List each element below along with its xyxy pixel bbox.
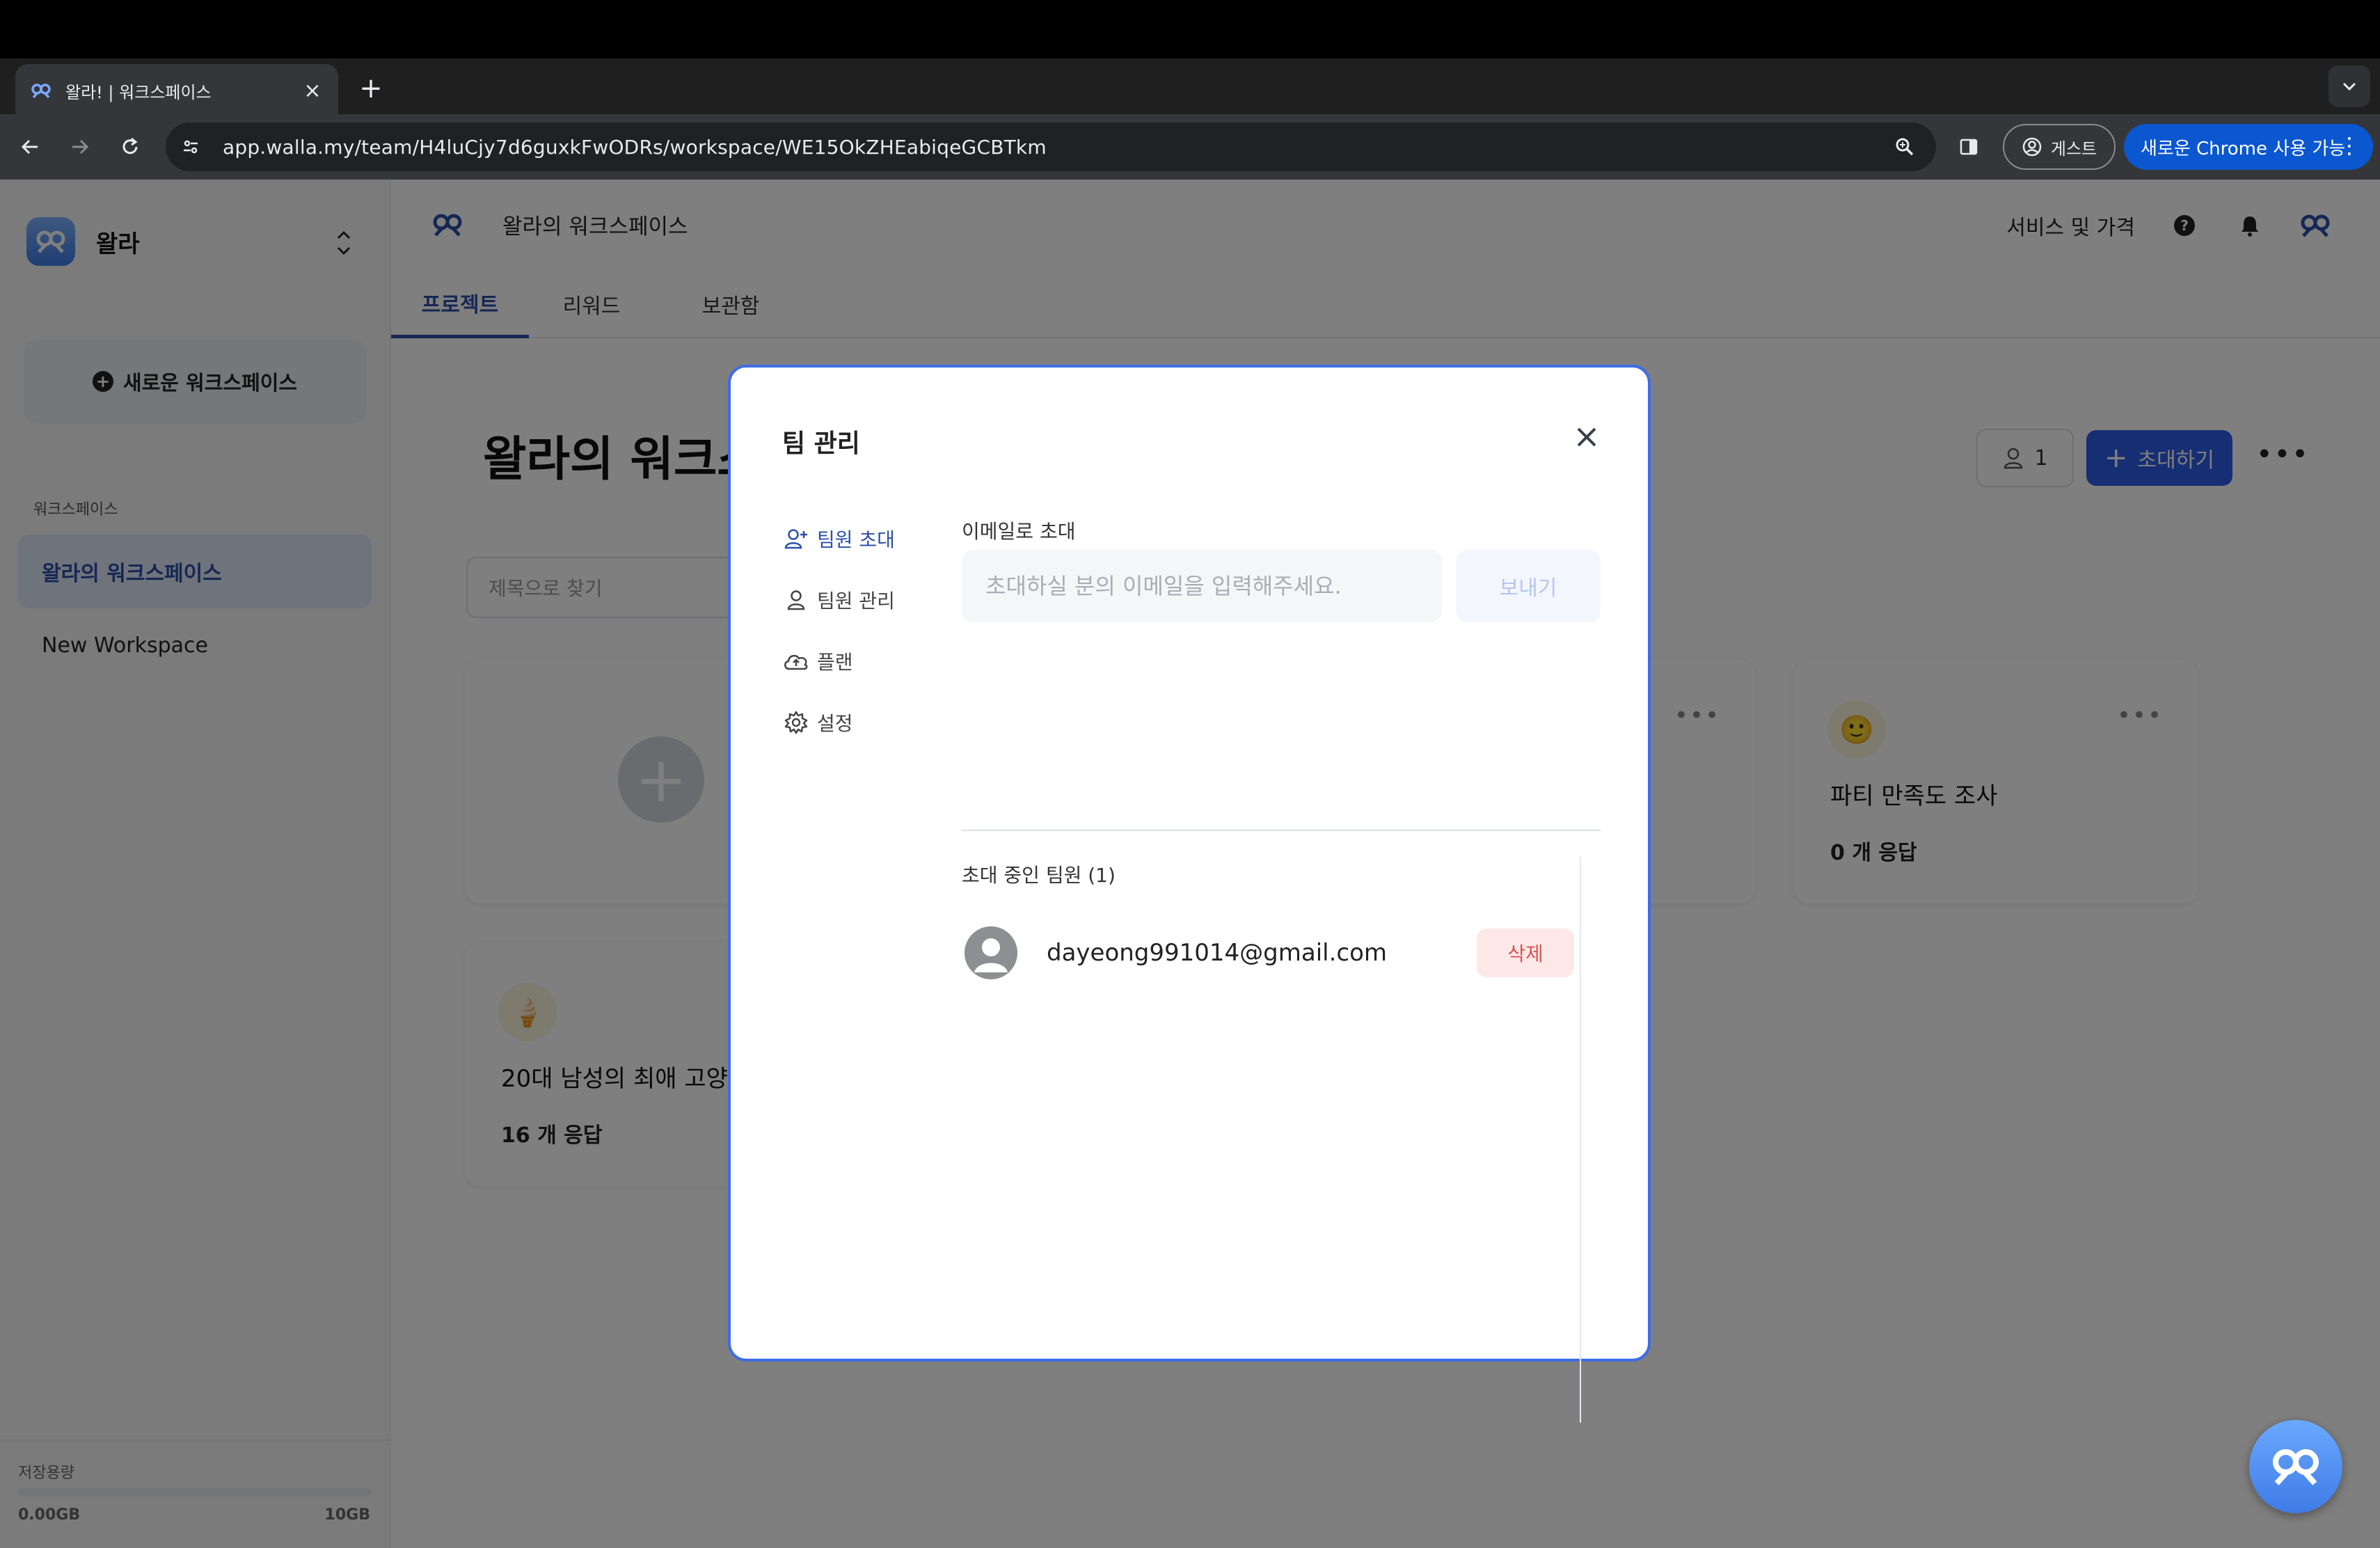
chrome-update-button[interactable]: 새로운 Chrome 사용 가능 ⋮ (2124, 124, 2373, 170)
url-text: app.walla.my/team/H4luCjy7d6guxkFwODRs/w… (223, 135, 1047, 159)
divider (962, 830, 1601, 831)
modal-nav-invite[interactable]: 팀원 초대 (782, 525, 895, 553)
back-icon[interactable] (13, 129, 47, 164)
tab-search-chevron-icon[interactable] (2329, 65, 2370, 107)
modal-nav-label: 팀원 관리 (817, 590, 895, 613)
browser-toolbar: app.walla.my/team/H4luCjy7d6guxkFwODRs/w… (0, 114, 2380, 180)
email-field[interactable] (962, 550, 1442, 622)
tab-strip: 왈라! | 워크스페이스 × + (0, 58, 2380, 117)
address-bar[interactable]: app.walla.my/team/H4luCjy7d6guxkFwODRs/w… (166, 123, 1936, 171)
modal-nav-label: 설정 (817, 712, 853, 735)
scrollbar[interactable] (1580, 856, 1601, 1423)
tab-close-icon[interactable]: × (301, 79, 324, 103)
avatar (965, 926, 1017, 979)
update-label: 새로운 Chrome 사용 가능 (2141, 138, 2346, 159)
gear-icon (782, 709, 810, 736)
pending-members-label: 초대 중인 팀원 (1) (962, 864, 1116, 887)
walla-chat-button[interactable] (2249, 1420, 2342, 1513)
user-icon (782, 586, 810, 614)
member-email: dayeong991014@gmail.com (1047, 939, 1388, 967)
menu-bar-area (0, 0, 2380, 58)
modal-nav-settings[interactable]: 설정 (782, 709, 853, 736)
modal-title: 팀 관리 (782, 429, 860, 458)
modal-nav-label: 플랜 (817, 651, 853, 674)
profile-label: 게스트 (2050, 139, 2097, 159)
delete-button[interactable]: 삭제 (1477, 929, 1574, 977)
send-button[interactable]: 보내기 (1456, 550, 1601, 622)
modal-nav-label: 팀원 초대 (817, 528, 895, 551)
browser-tab[interactable]: 왈라! | 워크스페이스 × (15, 64, 338, 117)
new-tab-button[interactable]: + (354, 71, 388, 106)
team-management-modal: 팀 관리 팀원 초대 팀원 관리 플랜 설정 이메일로 초대 초대하실 분의 이… (728, 365, 1651, 1423)
close-icon[interactable] (1567, 418, 1606, 457)
tab-title: 왈라! | 워크스페이스 (65, 82, 212, 102)
side-panel-icon[interactable] (1953, 131, 1985, 163)
profile-icon (2022, 136, 2042, 157)
app-page: 왈라 + 새로운 워크스페이스 워크스페이스 왈라의 워크스페이스 New Wo… (0, 180, 2380, 1548)
modal-nav-members[interactable]: 팀원 관리 (782, 586, 895, 614)
browser-chrome: 왈라! | 워크스페이스 × + app.walla.my/team/H4luC… (0, 58, 2380, 180)
profile-button[interactable]: 게스트 (2003, 124, 2116, 170)
zoom-icon[interactable] (1887, 129, 1922, 164)
walla-favicon-icon (29, 79, 53, 102)
forward-icon[interactable] (63, 129, 97, 164)
site-settings-icon[interactable] (175, 132, 206, 162)
email-invite-label: 이메일로 초대 (962, 520, 1076, 543)
more-vert-icon[interactable]: ⋮ (2338, 132, 2361, 159)
modal-nav-plan[interactable]: 플랜 (782, 647, 853, 675)
list-item: dayeong991014@gmail.com 삭제 (962, 922, 1574, 984)
user-plus-icon (782, 525, 810, 553)
cloud-upload-icon (782, 647, 810, 675)
reload-icon[interactable] (113, 129, 148, 164)
